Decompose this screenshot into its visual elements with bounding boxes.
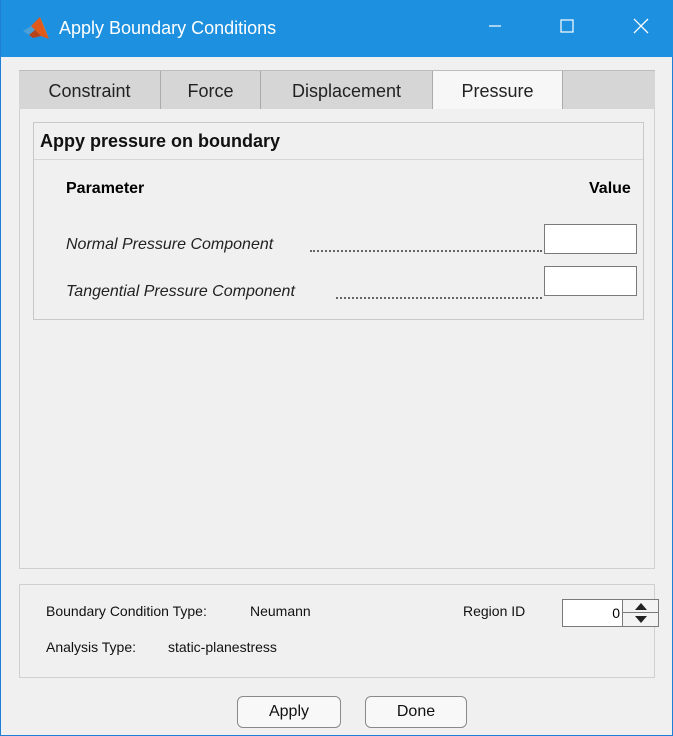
title-bar[interactable]: Apply Boundary Conditions — [1, 0, 673, 57]
pressure-group: Appy pressure on boundary Parameter Valu… — [33, 122, 644, 320]
tangential-pressure-label: Tangential Pressure Component — [66, 283, 295, 300]
analysis-type-value: static-planestress — [168, 639, 277, 655]
leader-dots — [336, 297, 542, 299]
group-divider — [34, 159, 643, 160]
normal-pressure-input[interactable] — [544, 224, 637, 254]
tab-constraint[interactable]: Constraint — [19, 71, 161, 111]
pressure-tab-panel: Appy pressure on boundary Parameter Valu… — [19, 109, 655, 569]
tab-displacement[interactable]: Displacement — [261, 71, 433, 111]
apply-button-label: Apply — [268, 703, 310, 720]
maximize-button[interactable] — [537, 0, 597, 57]
tab-force[interactable]: Force — [161, 71, 261, 111]
spinner-buttons — [622, 600, 659, 626]
region-id-spinner[interactable]: 0 — [562, 599, 659, 627]
tab-label: Constraint — [48, 80, 131, 101]
minimize-button[interactable] — [465, 0, 525, 57]
tab-label: Displacement — [291, 80, 402, 101]
bc-type-label: Boundary Condition Type: — [46, 603, 207, 619]
bc-type-value: Neumann — [250, 603, 311, 619]
done-button[interactable]: Done — [365, 696, 467, 728]
parameter-header: Parameter — [66, 180, 145, 197]
tab-pressure[interactable]: Pressure — [433, 71, 563, 112]
value-header: Value — [589, 180, 631, 197]
analysis-type-label: Analysis Type: — [46, 639, 137, 655]
window-title: Apply Boundary Conditions — [59, 18, 277, 38]
region-id-value: 0 — [612, 605, 620, 621]
normal-pressure-label: Normal Pressure Component — [66, 236, 274, 253]
close-button[interactable] — [611, 0, 671, 57]
tangential-pressure-input[interactable] — [544, 266, 637, 296]
status-panel: Boundary Condition Type: Neumann Analysi… — [19, 584, 659, 678]
minimize-icon — [488, 19, 502, 38]
leader-dots — [310, 250, 542, 252]
tab-strip: Constraint Force Displacement Pressure — [19, 70, 655, 112]
group-title: Appy pressure on boundary — [40, 131, 281, 151]
done-button-label: Done — [396, 703, 436, 720]
spinner-up-icon[interactable] — [623, 600, 659, 612]
maximize-icon — [560, 19, 574, 38]
dialog-window: Apply Boundary Conditions Constraint For… — [0, 0, 673, 736]
spinner-down-icon[interactable] — [623, 613, 659, 626]
apply-button[interactable]: Apply — [237, 696, 341, 728]
tab-label: Force — [187, 80, 234, 101]
close-icon — [633, 18, 649, 39]
region-id-label: Region ID — [463, 603, 526, 619]
tab-label: Pressure — [461, 81, 534, 101]
matlab-logo-icon — [21, 16, 51, 42]
